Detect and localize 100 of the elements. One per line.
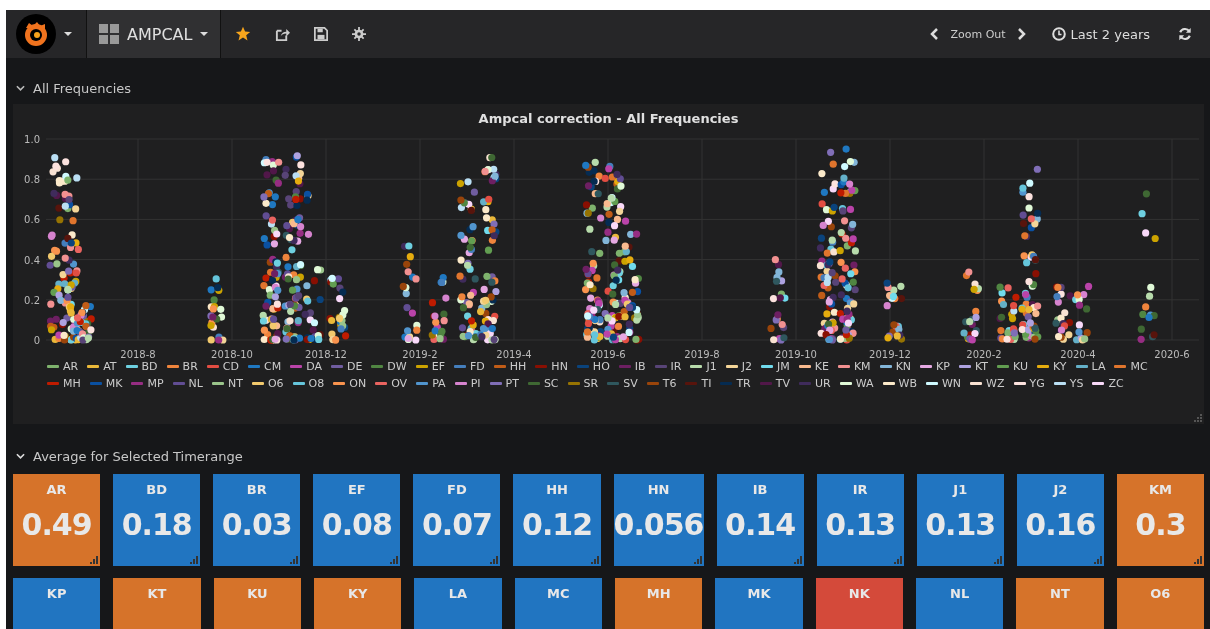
chevron-right-icon[interactable] — [1017, 28, 1026, 40]
legend-label[interactable]: ON — [349, 376, 367, 391]
section-title[interactable]: Average for Selected Timerange — [33, 448, 243, 464]
tile-label: EF — [347, 482, 366, 497]
legend-label[interactable]: SR — [583, 376, 599, 391]
legend-label[interactable]: KM — [853, 359, 871, 374]
legend-label[interactable]: IR — [670, 359, 682, 374]
legend-label[interactable]: LA — [1091, 359, 1106, 374]
tile-label: BR — [246, 482, 267, 497]
tile-label: LA — [448, 586, 468, 601]
legend-label[interactable]: SV — [623, 376, 638, 391]
tile-label: IB — [752, 482, 768, 497]
tile-label: FD — [447, 482, 467, 497]
legend-label[interactable]: JM — [777, 359, 790, 374]
tile-label: KT — [147, 586, 167, 601]
legend-label[interactable]: DE — [346, 359, 363, 374]
legend-label[interactable]: CD — [222, 359, 239, 374]
tile-value: 0.14 — [725, 507, 796, 542]
tile-value: 0.08 — [321, 507, 392, 542]
star-icon[interactable] — [235, 26, 252, 42]
legend-label[interactable]: HH — [509, 359, 527, 374]
legend-label[interactable]: PI — [470, 376, 481, 391]
legend-label[interactable]: J2 — [741, 359, 752, 374]
legend-label[interactable]: MC — [1130, 359, 1148, 374]
legend-label[interactable]: HO — [592, 359, 610, 374]
tile-label: NL — [950, 586, 970, 601]
legend-label[interactable]: KY — [1053, 359, 1067, 374]
legend-label[interactable]: AT — [103, 359, 117, 374]
legend-label[interactable]: KE — [814, 359, 829, 374]
tile-value: 0.056 — [613, 507, 704, 542]
x-axis-label: 2019-12 — [869, 349, 911, 359]
legend-label[interactable]: MP — [147, 376, 164, 391]
legend-label[interactable]: PA — [432, 376, 446, 391]
legend-label[interactable]: HN — [551, 359, 568, 374]
legend-label[interactable]: WZ — [986, 376, 1005, 391]
legend-label[interactable]: NT — [227, 376, 243, 391]
tile-label: NT — [1050, 586, 1070, 601]
chevron-left-icon[interactable] — [930, 28, 939, 40]
x-axis-label: 2019-4 — [496, 349, 532, 359]
caret-icon[interactable] — [64, 32, 72, 36]
legend-label[interactable]: BR — [182, 359, 198, 374]
legend-label[interactable]: KN — [895, 359, 912, 374]
legend-label[interactable]: KT — [974, 359, 989, 374]
tile-value: 0.12 — [522, 507, 593, 542]
legend-label[interactable]: BD — [141, 359, 158, 374]
settings-icon[interactable] — [352, 27, 367, 41]
legend-label[interactable]: DA — [306, 359, 322, 374]
legend-label[interactable]: TV — [775, 376, 790, 391]
tile-label: KY — [347, 586, 368, 601]
legend-label[interactable]: MH — [63, 376, 81, 391]
bars-icon — [90, 556, 99, 564]
legend-label[interactable]: DW — [387, 359, 407, 374]
zoom-out-button[interactable]: Zoom Out — [950, 27, 1006, 41]
tile-label: O6 — [1150, 586, 1171, 601]
y-axis-label: 1.0 — [24, 134, 40, 145]
x-axis-label: 2018-10 — [211, 349, 253, 359]
legend-label[interactable]: AR — [63, 359, 79, 374]
tile-value: 0.49 — [21, 507, 92, 542]
legend-label[interactable]: EF — [431, 359, 445, 374]
tile-value: 0.13 — [925, 507, 996, 542]
resize-handle-icon[interactable] — [1194, 414, 1202, 422]
grid-icon — [99, 24, 119, 44]
legend-label[interactable]: KU — [1013, 359, 1028, 374]
section-title[interactable]: All Frequencies — [33, 80, 132, 96]
share-icon[interactable] — [275, 26, 291, 42]
legend-label[interactable]: WB — [898, 376, 917, 391]
legend-label[interactable]: TR — [736, 376, 751, 391]
legend-label[interactable]: MK — [105, 376, 123, 391]
time-range-picker[interactable]: Last 2 years — [1051, 26, 1150, 42]
bars-icon — [893, 556, 902, 564]
refresh-icon[interactable] — [1178, 27, 1192, 41]
legend-label[interactable]: J1 — [706, 359, 717, 374]
save-icon[interactable] — [314, 27, 329, 41]
dashboard-picker[interactable]: AMPCAL — [87, 10, 222, 58]
legend-label[interactable]: IB — [634, 359, 646, 374]
legend-label[interactable]: YS — [1069, 376, 1084, 391]
bars-icon — [290, 556, 299, 564]
legend-label[interactable]: FD — [470, 359, 485, 374]
legend-label[interactable]: UR — [815, 376, 831, 391]
legend-label[interactable]: T6 — [662, 376, 677, 391]
chevron-icon[interactable] — [16, 85, 25, 91]
legend-label[interactable]: WN — [941, 376, 962, 391]
legend-label[interactable]: YG — [1029, 376, 1045, 391]
logo-icon[interactable] — [16, 14, 56, 54]
legend-label[interactable]: CM — [263, 359, 282, 374]
legend-label[interactable]: O6 — [267, 376, 284, 391]
legend-label[interactable]: SC — [543, 376, 559, 391]
legend-label[interactable]: NL — [188, 376, 203, 391]
legend-label[interactable]: PT — [505, 376, 519, 391]
legend-label[interactable]: WA — [855, 376, 874, 391]
legend-label[interactable]: OV — [391, 376, 408, 391]
y-axis-label: 0.2 — [24, 294, 40, 306]
legend-label[interactable]: ZC — [1108, 376, 1124, 391]
x-axis-label: 2020-2 — [966, 349, 1002, 359]
legend-label[interactable]: O8 — [308, 376, 325, 391]
tile-value: 0.03 — [221, 507, 292, 542]
legend-label[interactable]: KP — [936, 359, 950, 374]
legend-label[interactable]: TI — [701, 376, 712, 391]
tile-label: J2 — [1053, 482, 1068, 497]
chevron-icon[interactable] — [16, 453, 25, 459]
